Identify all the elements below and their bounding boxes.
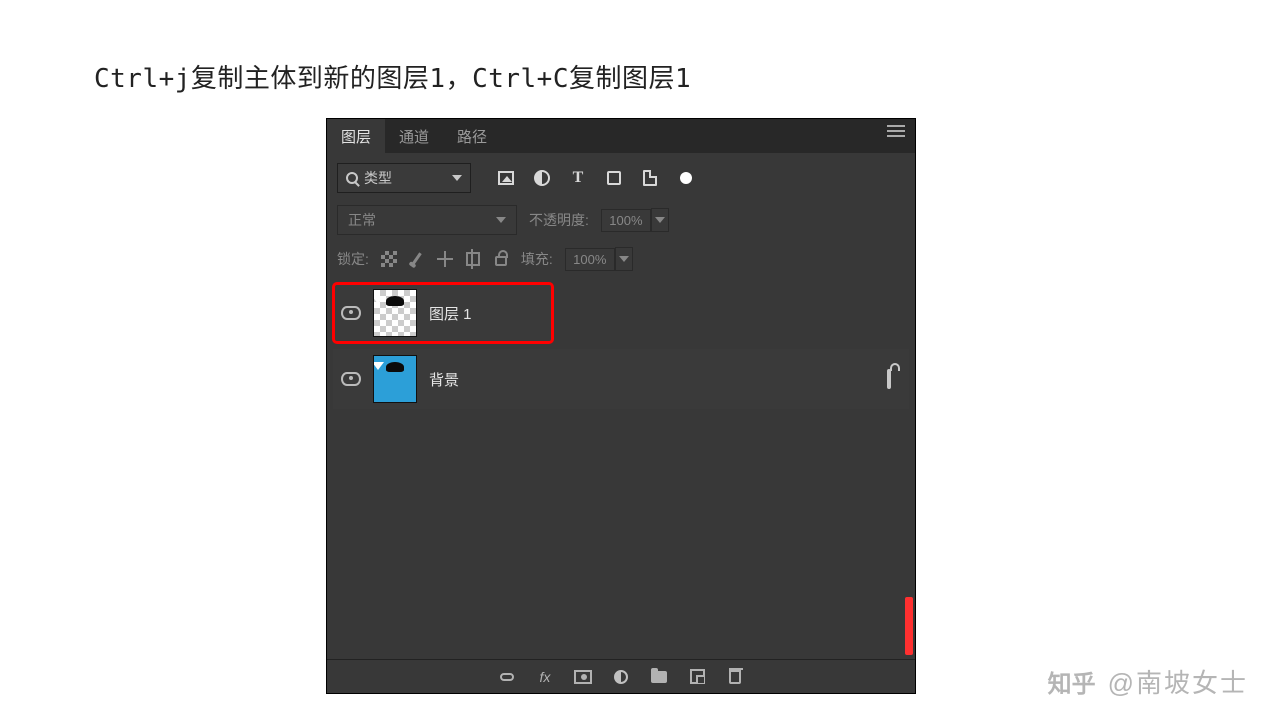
lock-transparent-icon[interactable] <box>381 251 397 267</box>
filter-shape-icon[interactable] <box>605 169 623 187</box>
layer-row-background[interactable]: 背景 <box>333 349 909 409</box>
layer-name-label[interactable]: 背景 <box>429 369 459 390</box>
layer-filter-row: 类型 T <box>327 153 915 199</box>
opacity-label: 不透明度: <box>529 210 589 230</box>
filter-type-dropdown[interactable]: 类型 <box>337 163 471 193</box>
layer-thumbnail[interactable] <box>373 355 417 403</box>
scrollbar-thumb[interactable] <box>905 597 913 655</box>
filter-pixel-icon[interactable] <box>497 169 515 187</box>
lock-pixels-icon[interactable] <box>409 251 425 267</box>
layer-mask-icon[interactable] <box>574 668 592 686</box>
layer-thumbnail[interactable] <box>373 289 417 337</box>
layer-list: 图层 1 背景 <box>327 281 915 659</box>
group-folder-icon[interactable] <box>650 668 668 686</box>
opacity-chevron[interactable] <box>651 208 669 232</box>
filter-type-label: 类型 <box>364 168 392 188</box>
watermark-author: @南坡女士 <box>1108 663 1248 700</box>
filter-type-icon[interactable]: T <box>569 169 587 187</box>
visibility-eye-icon[interactable] <box>341 306 361 320</box>
lock-artboard-icon[interactable] <box>465 251 481 267</box>
blend-row: 正常 不透明度: 100% <box>327 199 915 241</box>
layer-name-label[interactable]: 图层 1 <box>429 303 472 324</box>
blend-mode-dropdown[interactable]: 正常 <box>337 205 517 235</box>
chevron-down-icon <box>496 217 506 223</box>
layers-bottom-bar: fx <box>327 659 915 693</box>
link-layers-icon[interactable] <box>498 668 516 686</box>
lock-position-icon[interactable] <box>437 251 453 267</box>
chevron-down-icon <box>452 175 462 181</box>
lock-label: 锁定: <box>337 249 369 269</box>
blend-mode-value: 正常 <box>348 210 376 230</box>
visibility-eye-icon[interactable] <box>341 372 361 386</box>
layer-fx-icon[interactable]: fx <box>536 668 554 686</box>
layers-panel: 图层 通道 路径 类型 T 正常 不透明度: 100% <box>326 118 916 694</box>
tab-layers[interactable]: 图层 <box>327 119 385 153</box>
filter-kind-icons: T <box>497 169 695 187</box>
filter-adjustment-icon[interactable] <box>533 169 551 187</box>
person-thumbnail <box>378 362 412 402</box>
fill-input[interactable]: 100% <box>565 248 615 271</box>
lock-all-icon[interactable] <box>493 251 509 267</box>
watermark: 知乎 @南坡女士 <box>1048 663 1248 700</box>
filter-smartobject-icon[interactable] <box>641 169 659 187</box>
person-thumbnail <box>378 296 412 336</box>
tab-paths[interactable]: 路径 <box>443 119 501 153</box>
panel-menu-icon[interactable] <box>887 130 905 142</box>
filter-toggle-dot-icon[interactable] <box>677 169 695 187</box>
lock-row: 锁定: 填充: 100% <box>327 241 915 281</box>
opacity-input[interactable]: 100% <box>601 209 651 232</box>
layer-row-layer1[interactable]: 图层 1 <box>333 283 553 343</box>
zhihu-logo: 知乎 <box>1048 664 1096 699</box>
fill-label: 填充: <box>521 249 553 269</box>
delete-layer-icon[interactable] <box>726 668 744 686</box>
search-icon <box>346 172 358 184</box>
instruction-text: Ctrl+j复制主体到新的图层1，Ctrl+C复制图层1 <box>94 58 691 95</box>
new-layer-icon[interactable] <box>688 668 706 686</box>
panel-tab-bar: 图层 通道 路径 <box>327 119 915 153</box>
fill-chevron[interactable] <box>615 247 633 271</box>
adjustment-layer-icon[interactable] <box>612 668 630 686</box>
tab-channels[interactable]: 通道 <box>385 119 443 153</box>
lock-icon[interactable] <box>887 371 891 387</box>
